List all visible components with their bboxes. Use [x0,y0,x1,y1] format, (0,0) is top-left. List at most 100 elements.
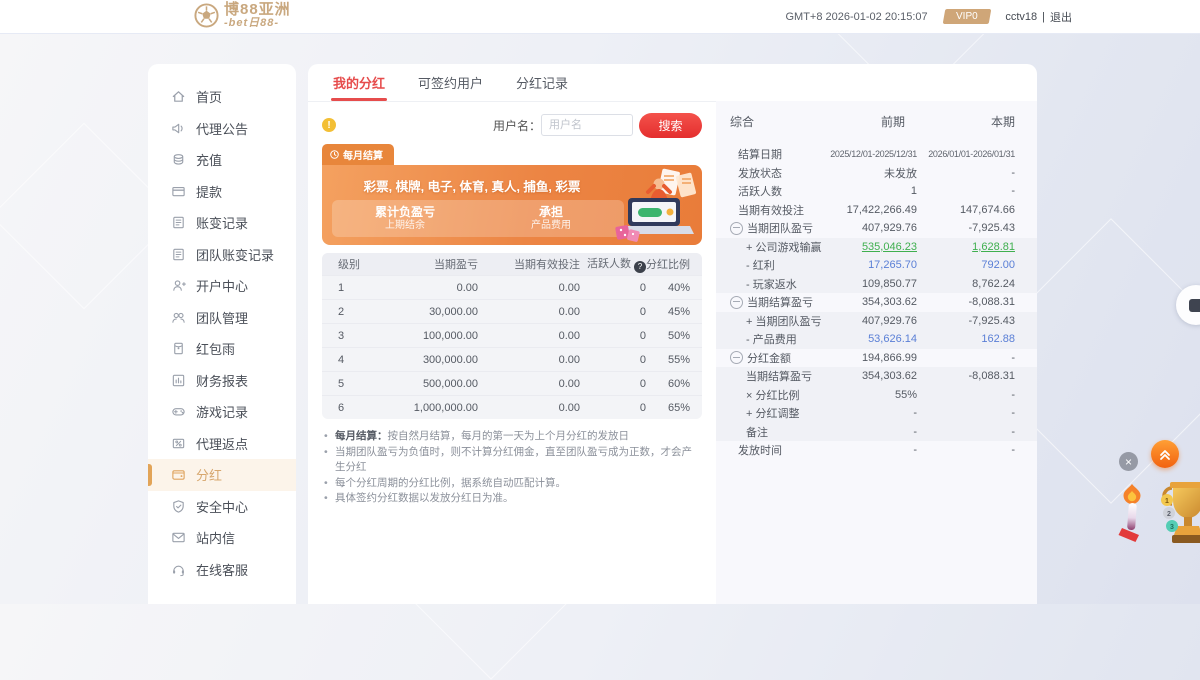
summary-cur-value: -8,088.31 [923,296,1015,308]
rebate-icon [171,436,186,451]
tab-dividend-records[interactable]: 分红记录 [516,64,568,101]
sidebar-item-agent-notice[interactable]: 代理公告 [148,113,296,145]
level-table-cell: 0 [580,378,646,390]
close-icon[interactable]: × [1119,452,1138,471]
sidebar-item-label: 游戏记录 [196,402,248,421]
banner-left-title: 累计负盈亏 [375,205,435,220]
summary-cur-value: -8,088.31 [923,370,1015,382]
summary-row: 当期结算盈亏354,303.62-8,088.31 [716,293,1037,312]
summary-cur-value[interactable]: 792.00 [923,259,1015,271]
sidebar-item-label: 提款 [196,182,222,201]
torch-decoration[interactable] [1114,482,1150,548]
sidebar-item-financial-report[interactable]: 财务报表 [148,365,296,397]
summary-prev-value: 17,422,266.49 [810,204,917,216]
banner-right-title: 承担 [539,205,563,220]
summary-cur-value: - [923,185,1015,197]
sidebar-item-game-records[interactable]: 游戏记录 [148,396,296,428]
sidebar-item-online-service[interactable]: 在线客服 [148,554,296,586]
sidebar-item-home[interactable]: 首页 [148,81,296,113]
search-button[interactable]: 搜索 [639,113,702,138]
svg-text:2: 2 [1167,511,1171,518]
collapse-icon[interactable] [730,351,743,364]
summary-row: 当期团队盈亏407,929.76-7,925.43 [716,219,1037,238]
summary-prev-value: - [805,407,917,419]
level-table-row: 3100,000.000.00050% [322,323,702,347]
level-table-cell: 0.00 [478,306,580,318]
summary-prev-value: 407,929.76 [819,222,917,234]
level-table-cell: 1 [322,282,372,294]
level-table-header: 级别当期盈亏当期有效投注活跃人数?分红比例 [322,253,702,275]
svg-text:3: 3 [1170,524,1174,531]
sidebar-item-team-account-records[interactable]: 团队账变记录 [148,239,296,271]
banner-left-sub: 上期结余 [385,220,425,233]
banner-right-sub: 产品费用 [531,220,571,233]
sidebar-item-deposit[interactable]: 充值 [148,144,296,176]
sidebar-item-withdraw[interactable]: 提款 [148,176,296,208]
summary-cur-value[interactable]: 162.88 [923,333,1015,345]
sidebar-item-red-packet-rain[interactable]: 红包雨 [148,333,296,365]
summary-prev-value[interactable]: 53,626.14 [803,333,917,345]
level-table-cell: 0 [580,330,646,342]
sidebar-item-team-management[interactable]: 团队管理 [148,302,296,334]
username: cctv18 [1005,11,1037,23]
summary-row-label: 当期结算盈亏 [730,368,812,384]
back-to-top-button[interactable] [1151,440,1179,468]
summary-prev-value: 109,850.77 [803,278,917,290]
summary-col-prev: 前期 [754,113,905,130]
summary-row: + 分红调整-- [716,404,1037,423]
level-table: 级别当期盈亏当期有效投注活跃人数?分红比例 10.000.00040%230,0… [322,253,702,419]
sidebar-item-dividend[interactable]: 分红 [148,459,296,491]
trophy-decoration[interactable]: 1 2 3 [1160,478,1200,552]
sidebar-item-label: 站内信 [196,528,235,547]
banner-illustration [612,168,700,244]
sidebar-item-label: 红包雨 [196,339,235,358]
summary-row: 当期有效投注17,422,266.49147,674.66 [716,201,1037,220]
coins-icon [171,152,186,167]
sidebar-item-agent-rebate[interactable]: 代理返点 [148,428,296,460]
summary-col-cur: 本期 [905,113,1015,130]
gamepad-icon [171,404,186,419]
sidebar-item-account-records[interactable]: 账变记录 [148,207,296,239]
sidebar-item-label: 代理公告 [196,119,248,138]
sidebar-item-site-mail[interactable]: 站内信 [148,522,296,554]
level-table-cell: 5 [322,378,372,390]
team-ledger-icon [171,247,186,262]
sidebar-item-label: 分红 [196,465,222,484]
level-table-cell: 100,000.00 [372,330,478,342]
summary-row-label: 备注 [730,424,768,440]
summary-row: + 当期团队盈亏407,929.76-7,925.43 [716,312,1037,331]
summary-cur-value[interactable]: 1,628.81 [923,241,1015,253]
tab-signable-users[interactable]: 可签约用户 [418,64,483,101]
summary-prev-value: 354,303.62 [818,370,917,382]
level-table-cell: 0.00 [478,402,580,414]
bank-card-icon [171,184,186,199]
shield-icon [171,499,186,514]
main-card: 我的分红可签约用户分红记录 ! 用户名： 搜索 每月结算 彩票, 棋牌, 电子,… [308,64,1037,604]
sidebar-item-label: 团队账变记录 [196,245,274,264]
username-input[interactable] [541,114,633,136]
help-icon[interactable]: ? [634,261,646,273]
level-table-col-header: 级别 [322,256,372,272]
collapse-icon[interactable] [730,222,743,235]
summary-col-label: 综合 [730,113,754,130]
brand-logo[interactable]: 博88亚洲 -bet日88- [193,2,291,29]
logout-link[interactable]: 退出 [1050,9,1072,25]
summary-row-label: - 红利 [730,257,775,273]
level-table-row: 61,000,000.000.00065% [322,395,702,419]
level-table-cell: 300,000.00 [372,354,478,366]
notice-icon[interactable]: ! [322,118,336,132]
summary-panel: 综合 前期 本期 结算日期2025/12/01-2025/12/312026/0… [716,101,1037,604]
sidebar-item-label: 安全中心 [196,497,248,516]
note-item: 当期团队盈亏为负值时，则不计算分红佣金，直至团队盈亏成为正数，才会产生分红 [324,445,700,476]
collapse-icon[interactable] [730,296,743,309]
sidebar: 首页代理公告充值提款账变记录团队账变记录开户中心团队管理红包雨财务报表游戏记录代… [148,64,296,604]
summary-prev-value[interactable]: 17,265.70 [781,259,917,271]
sidebar-item-account-opening[interactable]: 开户中心 [148,270,296,302]
sidebar-item-security-center[interactable]: 安全中心 [148,491,296,523]
summary-prev-value: 194,866.99 [797,352,917,364]
summary-row: 备注-- [716,423,1037,442]
tab-my-dividend[interactable]: 我的分红 [333,64,385,101]
level-table-cell: 1,000,000.00 [372,402,478,414]
summary-prev-value[interactable]: 535,046.23 [827,241,917,253]
vip-badge: VIP0 [942,9,990,24]
